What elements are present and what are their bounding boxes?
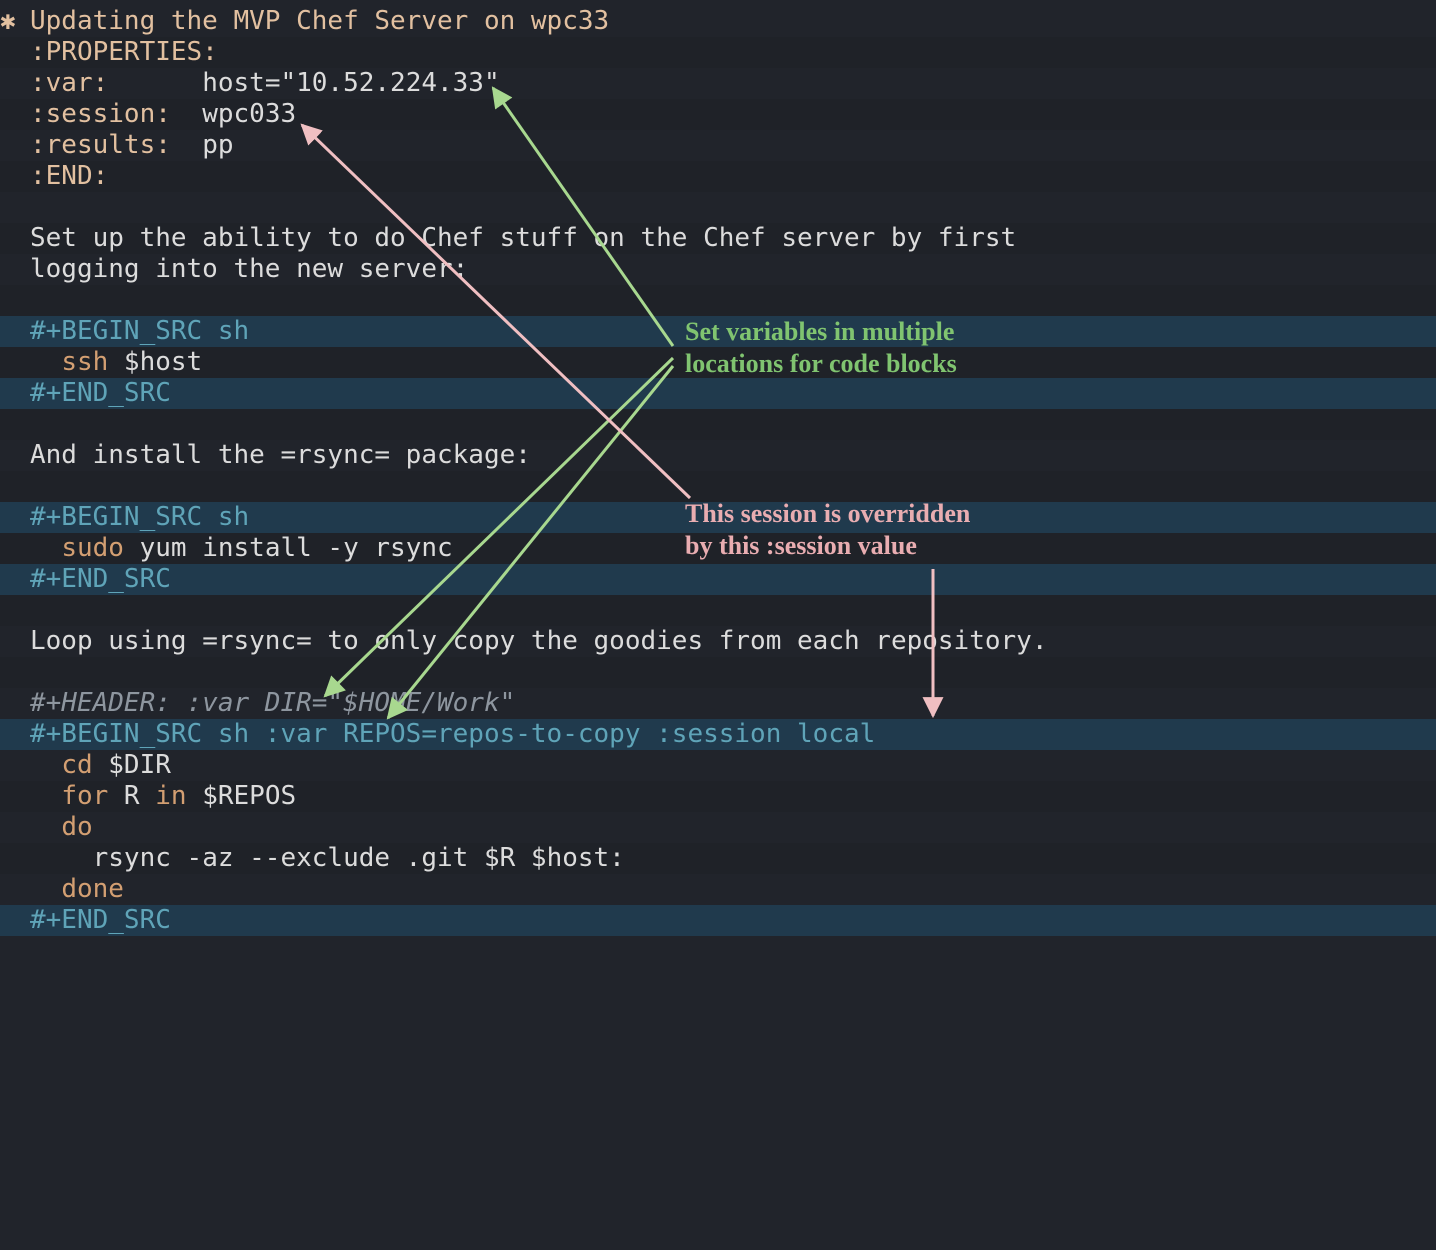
blank-line <box>0 192 1436 223</box>
para2-line: And install the =rsync= package: <box>0 440 1436 471</box>
block1-fn: ssh <box>61 347 108 377</box>
properties-end-line: :END: <box>0 161 1436 192</box>
annot2-line2: by this :session value <box>685 530 970 562</box>
block3-l1-rest: $DIR <box>93 750 171 780</box>
block2-begin-text: #+BEGIN_SRC sh <box>30 502 249 532</box>
block3-l3-do: do <box>61 812 92 842</box>
prop-session-key: :session: <box>30 99 171 129</box>
para1-text1: Set up the ability to do Chef stuff on t… <box>30 223 1016 253</box>
block3-begin-text: #+BEGIN_SRC sh :var REPOS=repos-to-copy … <box>30 719 875 749</box>
block3-l4: rsync -az --exclude .git $R $host: <box>0 843 1436 874</box>
block3-begin: #+BEGIN_SRC sh :var REPOS=repos-to-copy … <box>0 719 1436 750</box>
para3-line: Loop using =rsync= to only copy the good… <box>0 626 1436 657</box>
block3-l2-rest: $REPOS <box>187 781 297 811</box>
heading-bullet: ✱ <box>0 6 30 37</box>
para1-line2: logging into the new server: <box>0 254 1436 285</box>
annot1-line2: locations for code blocks <box>685 348 957 380</box>
block3-l5: done <box>0 874 1436 905</box>
block2-end: #+END_SRC <box>0 564 1436 595</box>
block3-l2-for: for <box>61 781 108 811</box>
prop-session-value: wpc033 <box>202 99 296 129</box>
para3-code: =rsync= <box>202 626 312 656</box>
block1-begin-text: #+BEGIN_SRC sh <box>30 316 249 346</box>
block3-l1: cd $DIR <box>0 750 1436 781</box>
block2-rest: yum install -y rsync <box>124 533 453 563</box>
annot2-line1: This session is overridden <box>685 498 970 530</box>
block3-l2-in: in <box>155 781 186 811</box>
prop-var-value: host="10.52.224.33" <box>202 68 499 98</box>
block1-end-text: #+END_SRC <box>30 378 171 408</box>
editor-viewport: ✱Updating the MVP Chef Server on wpc33 :… <box>0 0 1436 1250</box>
header-line: #+HEADER: :var DIR="$HOME/Work" <box>0 688 1436 719</box>
prop-session-line: :session: wpc033 <box>0 99 1436 130</box>
block3-l2: for R in $REPOS <box>0 781 1436 812</box>
para3-b: to only copy the goodies from each repos… <box>312 626 1048 656</box>
blank-line <box>0 595 1436 626</box>
properties-end: :END: <box>30 161 108 191</box>
prop-results-line: :results: pp <box>0 130 1436 161</box>
properties-open: :PROPERTIES: <box>30 37 218 67</box>
block3-l4-text: rsync -az --exclude .git $R $host: <box>61 843 625 873</box>
block2-end-text: #+END_SRC <box>30 564 171 594</box>
prop-results-key: :results: <box>30 130 171 160</box>
blank-line <box>0 409 1436 440</box>
annotation-variables: Set variables in multiple locations for … <box>685 316 957 380</box>
block1-rest: $host <box>108 347 202 377</box>
heading-title: Updating the MVP Chef Server on wpc33 <box>30 6 609 36</box>
block3-l2-mid: R <box>108 781 155 811</box>
block3-l3: do <box>0 812 1436 843</box>
block3-end-text: #+END_SRC <box>30 905 171 935</box>
para2-a: And install the <box>30 440 280 470</box>
annot1-line1: Set variables in multiple <box>685 316 957 348</box>
heading-line: ✱Updating the MVP Chef Server on wpc33 <box>0 6 1436 37</box>
para2-code: =rsync= <box>280 440 390 470</box>
para1-line1: Set up the ability to do Chef stuff on t… <box>0 223 1436 254</box>
prop-var-key: :var: <box>30 68 108 98</box>
header-text: #+HEADER: :var DIR="$HOME/Work" <box>30 688 515 718</box>
prop-var-line: :var: host="10.52.224.33" <box>0 68 1436 99</box>
annotation-session: This session is overridden by this :sess… <box>685 498 970 562</box>
blank-line <box>0 657 1436 688</box>
properties-open-line: :PROPERTIES: <box>0 37 1436 68</box>
para2-b: package: <box>390 440 531 470</box>
para3-a: Loop using <box>30 626 202 656</box>
para1-text2: logging into the new server: <box>30 254 468 284</box>
prop-results-value: pp <box>202 130 233 160</box>
block3-l1-fn: cd <box>61 750 92 780</box>
block2-fn: sudo <box>61 533 124 563</box>
block1-end: #+END_SRC <box>0 378 1436 409</box>
block3-l5-done: done <box>61 874 124 904</box>
block3-end: #+END_SRC <box>0 905 1436 936</box>
blank-line <box>0 285 1436 316</box>
